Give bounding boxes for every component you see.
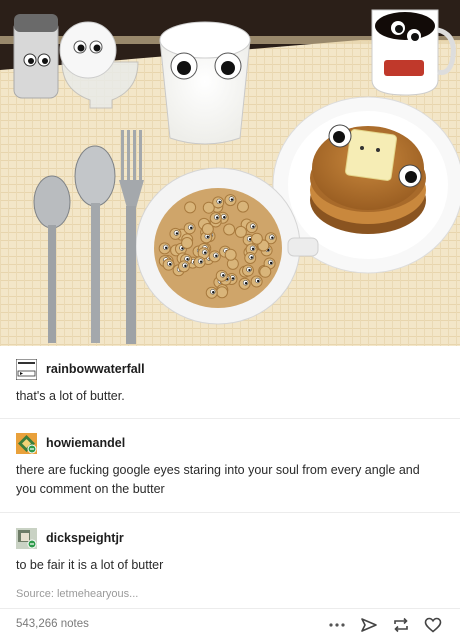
cereal-piece bbox=[216, 286, 229, 299]
google-eye-pupil bbox=[256, 279, 260, 283]
google-eye-pupil bbox=[222, 274, 225, 277]
google-eye-pupil bbox=[248, 268, 251, 272]
google-eye-pupil bbox=[250, 256, 253, 259]
google-eye-pupil bbox=[230, 198, 234, 201]
google-eye-pupil bbox=[186, 258, 189, 261]
cereal-piece bbox=[259, 265, 272, 278]
google-eye-pupil bbox=[203, 251, 207, 254]
google-eye-pupil bbox=[218, 200, 221, 204]
reblog-icon[interactable] bbox=[390, 615, 412, 635]
more-dots-icon[interactable] bbox=[326, 615, 348, 635]
reply-text: to be fair it is a lot of butter bbox=[16, 558, 164, 572]
google-eye-pupil bbox=[244, 282, 248, 285]
reply-text: there are fucking google eyes staring in… bbox=[16, 463, 420, 496]
google-eye-pupil bbox=[206, 235, 209, 239]
google-eye-pupil bbox=[175, 232, 179, 235]
post-footer: 543,266 notes bbox=[0, 608, 460, 641]
source-label: Source: bbox=[16, 588, 54, 600]
google-eye-pupil bbox=[216, 216, 219, 219]
google-eye-pupil bbox=[164, 246, 168, 250]
avatar[interactable] bbox=[15, 358, 38, 380]
google-eye-pupil bbox=[252, 225, 255, 228]
heart-icon[interactable] bbox=[422, 615, 444, 635]
google-eye-pupil bbox=[231, 277, 235, 280]
cereal-piece bbox=[181, 236, 194, 249]
google-eye-pupil bbox=[199, 260, 203, 263]
avatar[interactable] bbox=[16, 527, 37, 549]
share-arrow-icon[interactable] bbox=[358, 615, 380, 635]
google-eye-pupil bbox=[184, 264, 187, 268]
reply-text: that's a lot of butter. bbox=[16, 389, 125, 403]
google-eye-pupil bbox=[223, 216, 226, 219]
salt-shaker bbox=[13, 14, 59, 99]
google-eye-pupil bbox=[269, 261, 273, 265]
cereal-piece bbox=[236, 200, 249, 213]
username[interactable]: rainbowwaterfall bbox=[46, 362, 145, 376]
cereal-piece bbox=[201, 223, 214, 236]
cereal-piece bbox=[234, 225, 247, 238]
google-eye-pupil bbox=[189, 226, 193, 230]
notes-count[interactable]: 543,266 notes bbox=[16, 618, 89, 630]
cereal-piece bbox=[224, 248, 237, 261]
cereal-piece bbox=[250, 232, 263, 245]
source-link[interactable]: letmehearyous... bbox=[57, 588, 138, 600]
cereal-piece bbox=[223, 223, 236, 236]
divider bbox=[0, 418, 460, 419]
google-eye-pupil bbox=[215, 254, 218, 258]
milk-glass bbox=[159, 21, 251, 145]
post-actions bbox=[316, 615, 444, 635]
username[interactable]: howiemandel bbox=[46, 436, 125, 450]
google-eye-pupil bbox=[168, 262, 172, 266]
post-photo[interactable] bbox=[0, 0, 460, 346]
cereal-piece bbox=[184, 201, 197, 214]
google-eye-pupil bbox=[271, 236, 274, 239]
username[interactable]: dickspeightjr bbox=[46, 531, 124, 545]
avatar[interactable] bbox=[16, 432, 37, 454]
post-source[interactable]: Source: letmehearyous... bbox=[16, 588, 138, 600]
google-eye-pupil bbox=[251, 247, 255, 251]
divider bbox=[0, 512, 460, 513]
google-eye-pupil bbox=[212, 291, 215, 294]
